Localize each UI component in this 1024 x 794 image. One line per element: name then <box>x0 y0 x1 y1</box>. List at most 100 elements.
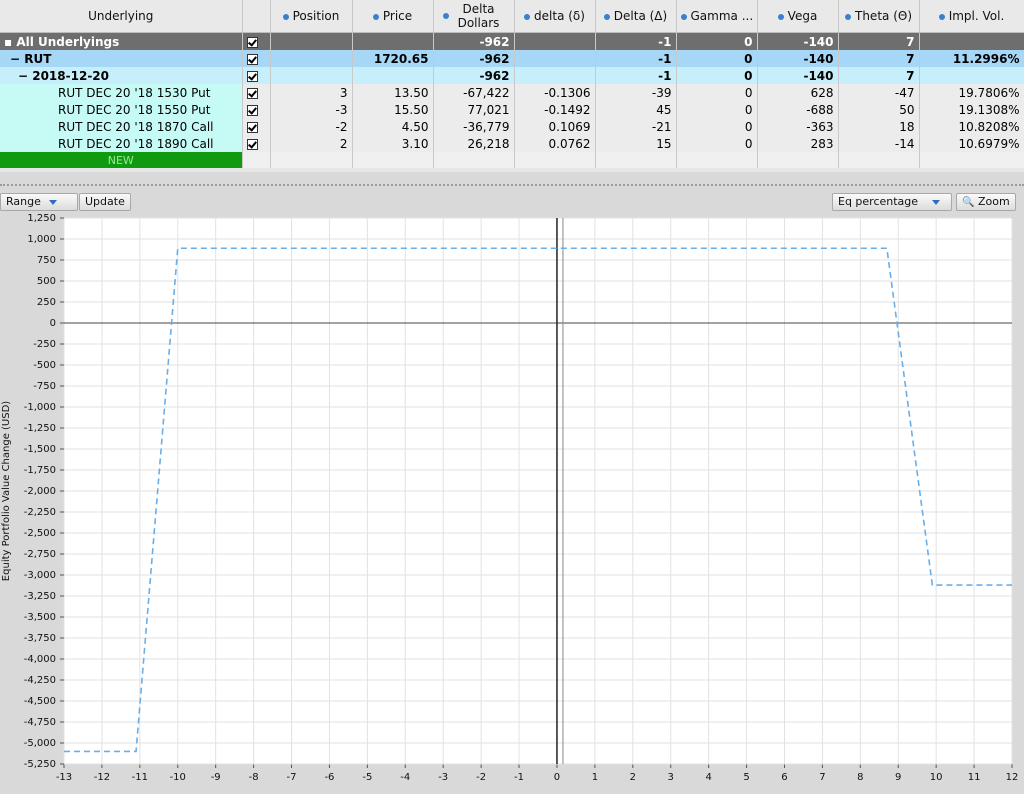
x-tick-label: 11 <box>968 772 981 783</box>
row-checkbox[interactable] <box>242 101 271 118</box>
y-tick-label: -2,500 <box>24 528 56 539</box>
sort-dot-icon <box>603 13 610 20</box>
x-tick-label: 8 <box>857 772 863 783</box>
risk-chart-svg: -13 -12 -11 -10 -9 -8 -7 -6 -5 -4 -3 -2 -1 0 1 2 3 4 5 6 7 8 9… <box>1 213 1019 783</box>
x-tick-label: -13 <box>56 772 72 783</box>
x-tick-label: -8 <box>249 772 259 783</box>
table-row[interactable]: RUT DEC 20 '18 1550 Put -3 15.50 77,021 … <box>0 101 1024 118</box>
x-tick-label: -2 <box>476 772 486 783</box>
x-tick-label: 9 <box>895 772 901 783</box>
row-label[interactable]: ▪ All Underlyings <box>0 32 243 50</box>
col-delta-small[interactable]: delta (δ) <box>514 0 596 33</box>
y-tick-label: -3,500 <box>24 612 56 623</box>
zoom-button[interactable]: 🔍 Zoom <box>956 193 1016 211</box>
y-axis-label: Equity Portfolio Value Change (USD) <box>1 401 12 581</box>
table-row-new[interactable]: NEW <box>0 152 1024 168</box>
new-row-button[interactable]: NEW <box>0 152 243 168</box>
x-tick-label: -12 <box>94 772 110 783</box>
x-tick-label: 0 <box>554 772 560 783</box>
x-tick-label: -3 <box>438 772 448 783</box>
x-tick-label: 4 <box>705 772 711 783</box>
mode-dropdown[interactable]: Eq percentage <box>832 193 952 211</box>
col-impl-vol[interactable]: Impl. Vol. <box>919 0 1024 33</box>
y-tick-label: 1,250 <box>27 213 56 224</box>
checkbox-icon <box>246 70 258 82</box>
row-label[interactable]: − RUT <box>0 50 243 67</box>
col-delta-dollars[interactable]: Delta Dollars <box>433 0 515 33</box>
y-tick-label: -3,250 <box>24 591 56 602</box>
y-tick-label: -4,000 <box>24 654 56 665</box>
chevron-down-icon <box>932 199 941 205</box>
sort-dot-icon <box>680 13 687 20</box>
col-position[interactable]: Position <box>270 0 353 33</box>
y-tick-label: -5,250 <box>24 759 56 770</box>
y-tick-label: -2,750 <box>24 549 56 560</box>
y-tick-label: -1,500 <box>24 444 56 455</box>
row-checkbox[interactable] <box>242 50 271 67</box>
x-tick-label: 2 <box>630 772 636 783</box>
sort-dot-icon <box>282 13 289 20</box>
row-checkbox[interactable] <box>242 135 271 152</box>
x-tick-label: 7 <box>819 772 825 783</box>
checkbox-icon <box>246 36 258 48</box>
x-tick-label: -9 <box>211 772 221 783</box>
y-tick-label: -1,000 <box>24 402 56 413</box>
col-vega[interactable]: Vega <box>757 0 839 33</box>
table-row-rut[interactable]: − RUT 1720.65 -962 -1 0 -140 7 11.2996% <box>0 50 1024 67</box>
x-tick-label: -1 <box>514 772 524 783</box>
positions-table: Underlying Position Price Delta Dollars … <box>0 0 1024 168</box>
col-delta-cap[interactable]: Delta (Δ) <box>595 0 677 33</box>
y-tick-label: 500 <box>37 276 56 287</box>
chevron-down-icon <box>48 199 57 205</box>
y-tick-label: 1,000 <box>27 234 56 245</box>
magnifier-icon: 🔍 <box>962 197 975 208</box>
y-tick-label: -500 <box>33 360 56 371</box>
checkbox-icon <box>246 121 258 133</box>
col-underlying[interactable]: Underlying <box>0 0 243 33</box>
risk-chart: -13 -12 -11 -10 -9 -8 -7 -6 -5 -4 -3 -2 -1 0 1 2 3 4 5 6 7 8 9… <box>0 212 1024 791</box>
table-row-expiry[interactable]: − 2018-12-20 -962 -1 0 -140 7 <box>0 67 1024 84</box>
x-tick-label: 10 <box>930 772 943 783</box>
sort-dot-icon <box>845 13 851 20</box>
x-tick-label: -6 <box>324 772 334 783</box>
x-tick-label: -5 <box>362 772 372 783</box>
col-check <box>242 0 271 33</box>
y-tick-label: -2,000 <box>24 486 56 497</box>
x-tick-label: 5 <box>743 772 749 783</box>
table-row-all-underlyings[interactable]: ▪ All Underlyings -962 -1 0 -140 7 <box>0 32 1024 50</box>
y-tick-label: -4,250 <box>24 675 56 686</box>
col-gamma[interactable]: Gamma ... <box>676 0 758 33</box>
col-price[interactable]: Price <box>352 0 434 33</box>
table-row[interactable]: RUT DEC 20 '18 1530 Put 3 13.50 -67,422 … <box>0 84 1024 101</box>
y-tick-label: 250 <box>37 297 56 308</box>
sort-dot-icon <box>777 13 784 20</box>
sort-dot-icon <box>938 13 945 20</box>
table-header: Underlying Position Price Delta Dollars … <box>0 0 1024 33</box>
y-tick-label: -4,500 <box>24 696 56 707</box>
row-checkbox[interactable] <box>242 118 271 135</box>
y-tick-label: -1,250 <box>24 423 56 434</box>
y-tick-label: -5,000 <box>24 738 56 749</box>
row-label[interactable]: − 2018-12-20 <box>0 67 243 84</box>
splitter-handle[interactable] <box>0 184 1024 188</box>
y-tick-label: -750 <box>33 381 56 392</box>
x-tick-label: 6 <box>781 772 787 783</box>
row-checkbox[interactable] <box>242 67 271 84</box>
y-tick-label: 0 <box>50 318 56 329</box>
table-row[interactable]: RUT DEC 20 '18 1870 Call -2 4.50 -36,779… <box>0 118 1024 135</box>
y-tick-label: -250 <box>33 339 56 350</box>
checkbox-icon <box>246 87 258 99</box>
portfolio-grid: Underlying Position Price Delta Dollars … <box>0 0 1024 172</box>
y-tick-label: 750 <box>37 255 56 266</box>
range-dropdown[interactable]: Range <box>0 193 78 211</box>
col-theta[interactable]: Theta (Θ) <box>838 0 920 33</box>
x-tick-label: -11 <box>132 772 148 783</box>
y-tick-label: -2,250 <box>24 507 56 518</box>
row-checkbox[interactable] <box>242 32 271 50</box>
checkbox-icon <box>246 53 258 65</box>
update-button[interactable]: Update <box>79 193 131 211</box>
x-tick-label: 12 <box>1006 772 1019 783</box>
row-checkbox[interactable] <box>242 84 271 101</box>
table-row[interactable]: RUT DEC 20 '18 1890 Call 2 3.10 26,218 0… <box>0 135 1024 152</box>
x-tick-label: 3 <box>668 772 674 783</box>
